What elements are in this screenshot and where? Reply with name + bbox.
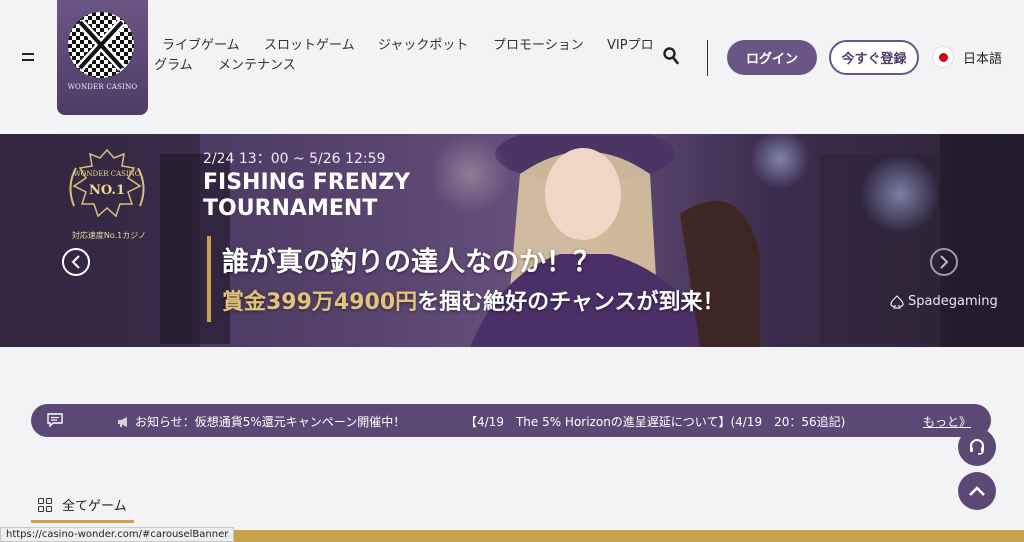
no1-casino-badge-icon: WONDER CASINO NO.1 [69, 148, 145, 218]
chevron-up-icon [969, 486, 985, 496]
prize-amount: 賞金399万4900円 [222, 290, 418, 315]
scroll-to-top-button[interactable] [958, 472, 996, 510]
japan-flag-icon [932, 46, 954, 68]
menu-icon[interactable] [22, 52, 34, 62]
notice-item[interactable]: お知らせ：仮想通貨5%還元キャンペーン開催中！ [117, 413, 405, 430]
provider-name: Spadegaming [908, 294, 998, 309]
tournament-date-range: 2/24 13：00 ~ 5/26 12:59 [203, 151, 386, 167]
active-tab-indicator [31, 520, 134, 523]
site-header: WONDER CASINO ライブゲーム スロットゲーム ジャックポット プロモ… [0, 0, 1024, 122]
nav-live-games[interactable]: ライブゲーム [162, 36, 240, 56]
tournament-title: FISHING FRENZY TOURNAMENT [203, 170, 463, 222]
notice-item-2[interactable]: 【4/19 The 5% Horizonの進呈遅延について】(4/19 20：5… [465, 413, 845, 430]
nav-maintenance[interactable]: メンテナンス [218, 56, 296, 76]
notice-ticker: お知らせ：仮想通貨5%還元キャンペーン開催中！ 【4/19 The 5% Hor… [31, 404, 991, 437]
language-label: 日本語 [963, 51, 1003, 67]
banner-prize-line: 賞金399万4900円を掴む絶好のチャンスが到来！ [222, 284, 725, 316]
nav-vip-program[interactable]: VIPプロ [607, 36, 654, 56]
megaphone-icon [118, 416, 127, 427]
language-selector[interactable]: 日本語 [932, 45, 1002, 69]
spade-icon [890, 294, 904, 309]
tab-all-games[interactable]: 全てゲーム [38, 495, 127, 514]
tournament-title-line2: TOURNAMENT [203, 196, 378, 221]
browser-status-url: https://casino-wonder.com/#carouselBanne… [0, 527, 235, 542]
notice-item-text: お知らせ：仮想通貨5%還元キャンペーン開催中！ [135, 415, 406, 429]
support-chat-button[interactable] [958, 428, 996, 466]
headset-icon [970, 439, 984, 455]
prize-rest: を掴む絶好のチャンスが到来！ [417, 290, 725, 315]
grid-icon [38, 497, 52, 512]
carousel-prev-button[interactable] [62, 248, 90, 276]
message-icon [47, 413, 63, 427]
nav-slot-games[interactable]: スロットゲーム [264, 36, 355, 56]
all-games-label: 全てゲーム [62, 499, 127, 514]
header-divider [707, 40, 708, 76]
search-icon[interactable] [663, 47, 679, 65]
nav-jackpot[interactable]: ジャックポット [378, 36, 468, 56]
logo-emblem-icon [68, 12, 134, 78]
badge-caption: 対応速度No.1カジノ [71, 231, 147, 240]
nav-vip-program-cont[interactable]: グラム [154, 56, 193, 76]
site-logo[interactable]: WONDER CASINO [57, 0, 148, 115]
logo-text: WONDER CASINO [67, 83, 138, 91]
chevron-right-icon [940, 255, 949, 269]
provider-logo: Spadegaming [890, 294, 998, 309]
notice-more-link[interactable]: もっと》 [923, 413, 971, 430]
carousel-next-button[interactable] [930, 248, 958, 276]
badge-top-text: WONDER CASINO [73, 170, 140, 178]
promo-banner-carousel[interactable]: WONDER CASINO NO.1 対応速度No.1カジノ 2/24 13：0… [0, 134, 1024, 347]
register-button[interactable]: 今すぐ登録 [829, 40, 919, 75]
login-button[interactable]: ログイン [727, 40, 817, 75]
nav-promotion[interactable]: プロモーション [493, 36, 584, 56]
banner-accent-bar [207, 236, 211, 322]
badge-main-text: NO.1 [89, 183, 125, 198]
banner-headline: 誰が真の釣りの達人なのか！？ [222, 247, 600, 278]
tournament-title-line1: FISHING FRENZY [203, 170, 411, 195]
chevron-left-icon [71, 255, 80, 269]
